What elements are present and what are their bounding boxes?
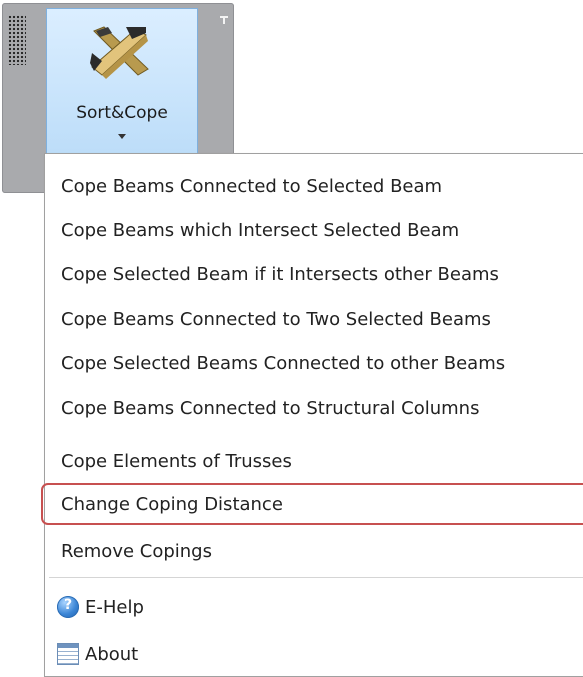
menu-item-cope-connected-two-selected[interactable]: Cope Beams Connected to Two Selected Bea… <box>45 297 583 341</box>
dropdown-arrow-icon[interactable] <box>118 134 126 139</box>
menu-item-label: Cope Beams Connected to Selected Beam <box>61 175 443 197</box>
menu-item-label: Remove Copings <box>61 540 212 562</box>
menu-item-label: About <box>85 643 139 665</box>
menu-item-label: Cope Beams Connected to Two Selected Bea… <box>61 308 491 330</box>
menu-item-cope-trusses[interactable]: Cope Elements of Trusses <box>45 439 583 483</box>
menu-item-change-coping-distance[interactable]: Change Coping Distance <box>41 483 583 525</box>
menu-item-cope-intersect-selected[interactable]: Cope Beams which Intersect Selected Beam <box>45 208 583 252</box>
menu-item-cope-selected-if-intersects[interactable]: Cope Selected Beam if it Intersects othe… <box>45 252 583 296</box>
about-icon <box>57 643 79 665</box>
crossed-beams-icon <box>90 26 150 79</box>
menu-separator <box>49 577 583 578</box>
menu-item-cope-connected-columns[interactable]: Cope Beams Connected to Structural Colum… <box>45 386 583 430</box>
menu-item-about[interactable]: About <box>45 632 583 676</box>
help-icon: ? <box>57 596 79 618</box>
sort-and-cope-button[interactable]: Sort&Cope <box>47 9 197 129</box>
menu-item-label: Cope Selected Beams Connected to other B… <box>61 352 506 374</box>
sort-and-cope-label: Sort&Cope <box>76 103 168 123</box>
menu-item-label: Cope Elements of Trusses <box>61 450 292 472</box>
panel-options-icon[interactable] <box>217 12 231 28</box>
menu-item-label: Cope Beams which Intersect Selected Beam <box>61 219 460 241</box>
menu-item-label: Cope Beams Connected to Structural Colum… <box>61 397 480 419</box>
menu-item-e-help[interactable]: ? E-Help <box>45 585 583 629</box>
menu-item-cope-selected-connected-other[interactable]: Cope Selected Beams Connected to other B… <box>45 341 583 385</box>
menu-item-remove-copings[interactable]: Remove Copings <box>45 529 583 573</box>
menu-item-label: E-Help <box>85 596 144 618</box>
menu-item-label: Cope Selected Beam if it Intersects othe… <box>61 263 499 285</box>
menu-item-cope-connected-selected[interactable]: Cope Beams Connected to Selected Beam <box>45 164 583 208</box>
drag-grip-icon[interactable] <box>8 15 26 65</box>
menu-item-label: Change Coping Distance <box>61 493 283 515</box>
sort-cope-dropdown-menu: Cope Beams Connected to Selected Beam Co… <box>41 153 583 677</box>
